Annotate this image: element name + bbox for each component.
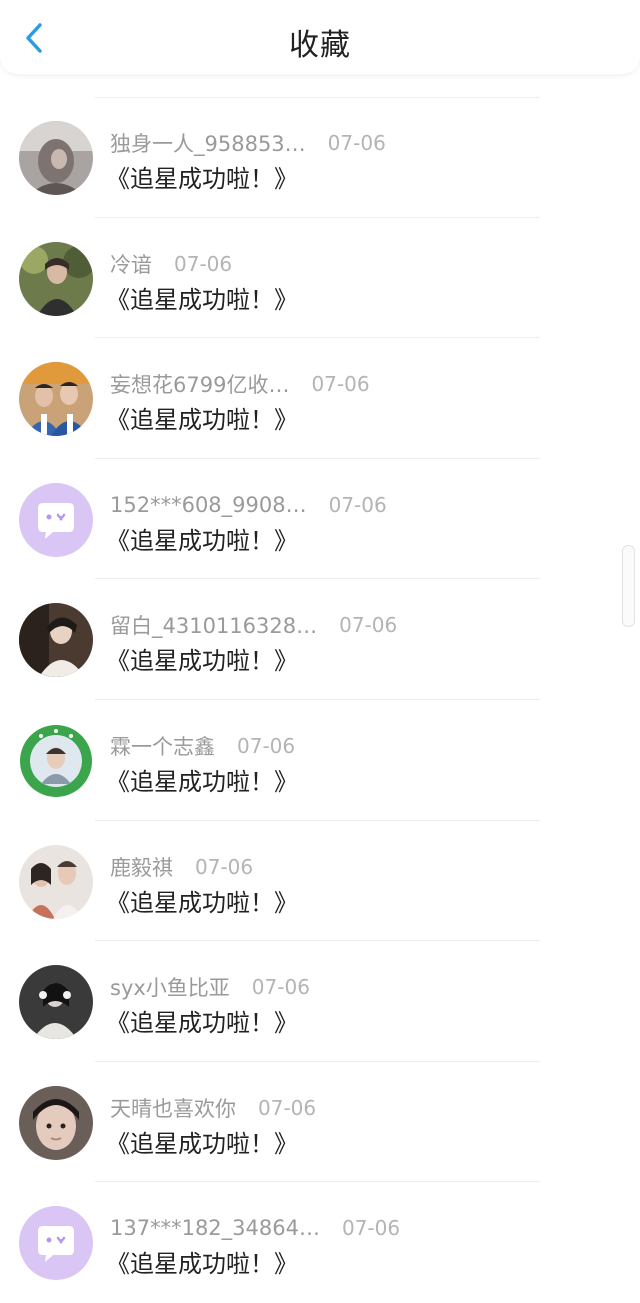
post-date: 07-06 bbox=[327, 131, 386, 155]
post-title[interactable]: 《追星成功啦！》 bbox=[106, 883, 298, 918]
post-date: 07-06 bbox=[339, 613, 398, 638]
post-date: 07-06 bbox=[237, 733, 296, 758]
photo-avatar-image bbox=[19, 121, 93, 195]
post-title[interactable]: 《追星成功啦！》 bbox=[106, 280, 298, 315]
post-date: 07-06 bbox=[311, 372, 370, 397]
scrollbar[interactable] bbox=[622, 545, 635, 627]
list-item[interactable]: 独身一人_958853… 07-06 《追星成功啦！》 bbox=[0, 97, 640, 218]
photo-avatar-image bbox=[19, 844, 93, 919]
post-date: 07-06 bbox=[174, 251, 233, 276]
username[interactable]: 妄想花6799亿收… bbox=[110, 369, 289, 399]
chat-bubble-icon bbox=[19, 482, 93, 557]
avatar[interactable] bbox=[19, 1206, 93, 1281]
list-item[interactable]: 鹿毅祺 07-06 《追星成功啦！》 bbox=[0, 821, 640, 942]
post-date: 07-06 bbox=[328, 492, 387, 517]
list-item[interactable]: 留白_4310116328… 07-06 《追星成功啦！》 bbox=[0, 579, 640, 700]
photo-avatar-image bbox=[19, 603, 93, 678]
post-date: 07-06 bbox=[341, 1216, 401, 1241]
username[interactable]: 鹿毅祺 bbox=[110, 852, 173, 882]
post-title[interactable]: 《追星成功啦！》 bbox=[106, 1124, 298, 1159]
username[interactable]: 冷谙 bbox=[110, 249, 152, 279]
post-date: 07-06 bbox=[195, 854, 254, 879]
list-item[interactable]: 冷谙 07-06 《追星成功啦！》 bbox=[0, 218, 640, 339]
post-title[interactable]: 《追星成功啦！》 bbox=[106, 159, 298, 194]
list-item[interactable]: 152***608_9908… 07-06 《追星成功啦！》 bbox=[0, 459, 640, 580]
post-title[interactable]: 《追星成功啦！》 bbox=[106, 762, 298, 797]
avatar[interactable] bbox=[19, 603, 93, 678]
username[interactable]: syx小鱼比亚 bbox=[110, 972, 230, 1002]
avatar[interactable] bbox=[19, 362, 93, 437]
avatar[interactable] bbox=[19, 844, 93, 919]
post-title[interactable]: 《追星成功啦！》 bbox=[106, 1244, 298, 1279]
badge-avatar-image bbox=[19, 723, 93, 798]
post-title[interactable]: 《追星成功啦！》 bbox=[106, 400, 298, 435]
avatar[interactable] bbox=[19, 1085, 93, 1160]
avatar[interactable] bbox=[19, 723, 93, 798]
username[interactable]: 霖一个志鑫 bbox=[110, 731, 215, 761]
list-item[interactable]: 霖一个志鑫 07-06 《追星成功啦！》 bbox=[0, 700, 640, 821]
post-title[interactable]: 《追星成功啦！》 bbox=[106, 521, 298, 556]
post-title[interactable]: 《追星成功啦！》 bbox=[106, 641, 298, 676]
photo-avatar-image bbox=[19, 1085, 93, 1160]
top-bar: 收藏 bbox=[0, 0, 640, 74]
list-item[interactable]: 妄想花6799亿收… 07-06 《追星成功啦！》 bbox=[0, 338, 640, 459]
avatar[interactable] bbox=[19, 241, 93, 316]
favorites-list: 独身一人_958853… 07-06 《追星成功啦！》 冷谙 07-06 《追星… bbox=[0, 97, 640, 1303]
page-title: 收藏 bbox=[289, 28, 351, 63]
username[interactable]: 独身一人_958853… bbox=[110, 128, 306, 158]
list-item[interactable]: 天晴也喜欢你 07-06 《追星成功啦！》 bbox=[0, 1062, 640, 1183]
avatar[interactable] bbox=[19, 482, 93, 557]
photo-avatar-image bbox=[19, 241, 93, 316]
list-item[interactable]: 137***182_34864… 07-06 《追星成功啦！》 bbox=[0, 1182, 640, 1303]
list-item[interactable]: syx小鱼比亚 07-06 《追星成功啦！》 bbox=[0, 941, 640, 1062]
avatar[interactable] bbox=[19, 965, 93, 1040]
avatar[interactable] bbox=[19, 121, 93, 195]
post-date: 07-06 bbox=[251, 975, 310, 1000]
post-title[interactable]: 《追星成功啦！》 bbox=[106, 1003, 298, 1038]
username[interactable]: 137***182_34864… bbox=[110, 1216, 320, 1240]
post-date: 07-06 bbox=[258, 1095, 317, 1120]
username[interactable]: 152***608_9908… bbox=[110, 493, 307, 517]
photo-avatar-image bbox=[19, 965, 93, 1040]
username[interactable]: 天晴也喜欢你 bbox=[110, 1093, 236, 1123]
photo-avatar-image bbox=[19, 362, 93, 437]
chat-bubble-icon bbox=[19, 1206, 93, 1281]
username[interactable]: 留白_4310116328… bbox=[110, 610, 317, 640]
